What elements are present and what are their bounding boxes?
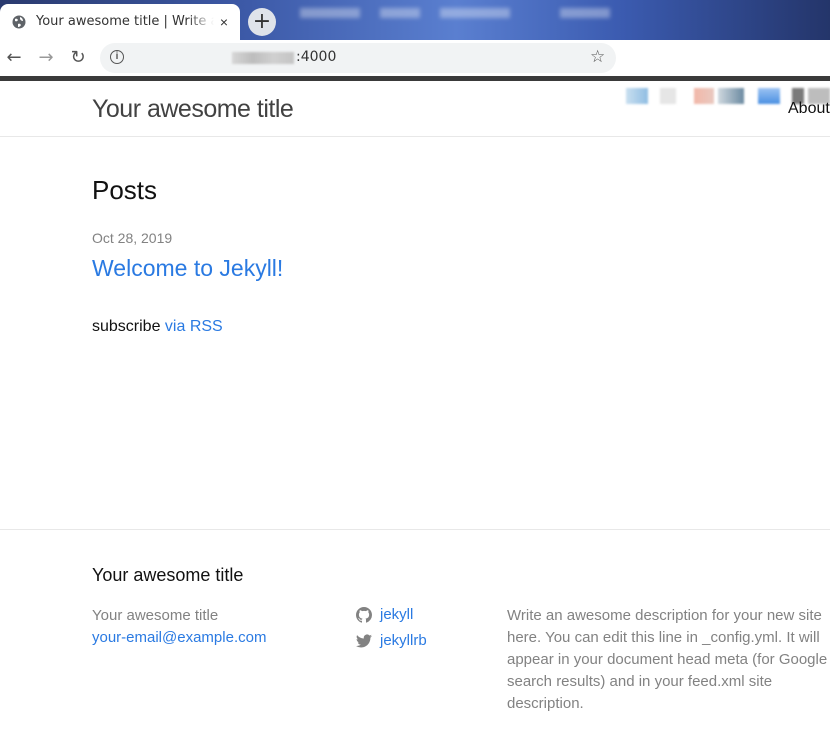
page-heading: Posts <box>92 175 158 205</box>
github-icon <box>356 607 372 623</box>
footer-description: Write an awesome description for your ne… <box>507 607 828 712</box>
post-date: Oct 28, 2019 <box>92 230 173 246</box>
post-title-link[interactable]: Welcome to Jekyll! <box>92 255 283 282</box>
rss-subscribe: subscribe via RSS <box>92 318 223 336</box>
blurred-background <box>440 8 510 18</box>
url-text: :4000 <box>296 49 337 65</box>
redacted-host <box>232 52 294 64</box>
site-header: Your awesome title About <box>0 81 830 137</box>
blurred-background <box>560 8 610 18</box>
rss-prefix: subscribe <box>92 318 165 335</box>
footer-heading: Your awesome title <box>92 565 244 585</box>
close-tab-icon[interactable]: × <box>216 14 232 30</box>
tab-title: Your awesome title | Write an awesome de… <box>36 14 214 29</box>
site-title-link[interactable]: Your awesome title <box>92 95 294 124</box>
reload-button[interactable]: ↻ <box>66 46 90 70</box>
active-tab[interactable]: Your awesome title | Write an awesome de… <box>0 4 240 40</box>
forward-button[interactable]: → <box>34 46 58 70</box>
social-link[interactable]: jekyll <box>380 606 413 623</box>
browser-toolbar: ← → ↻ i :4000 ☆ <box>0 40 830 104</box>
footer-contact: Your awesome title your-email@example.co… <box>92 605 266 649</box>
site-footer: Your awesome title Your awesome title yo… <box>0 529 830 743</box>
social-link[interactable]: jekyllrb <box>380 632 427 649</box>
footer-email-link[interactable]: your-email@example.com <box>92 627 266 649</box>
footer-name: Your awesome title <box>92 607 219 624</box>
new-tab-button[interactable]: + <box>248 8 276 36</box>
nav-link-about[interactable]: About <box>788 100 830 118</box>
info-icon[interactable]: i <box>110 50 124 64</box>
tab-strip: Your awesome title | Write an awesome de… <box>0 0 830 40</box>
bookmark-star-icon[interactable]: ☆ <box>590 47 605 67</box>
blurred-background <box>300 8 360 18</box>
blurred-background <box>380 8 420 18</box>
back-button[interactable]: ← <box>2 46 26 70</box>
rss-link[interactable]: via RSS <box>165 318 223 335</box>
twitter-icon <box>356 634 372 648</box>
globe-icon <box>12 15 26 29</box>
address-bar[interactable]: i :4000 ☆ <box>100 43 616 73</box>
